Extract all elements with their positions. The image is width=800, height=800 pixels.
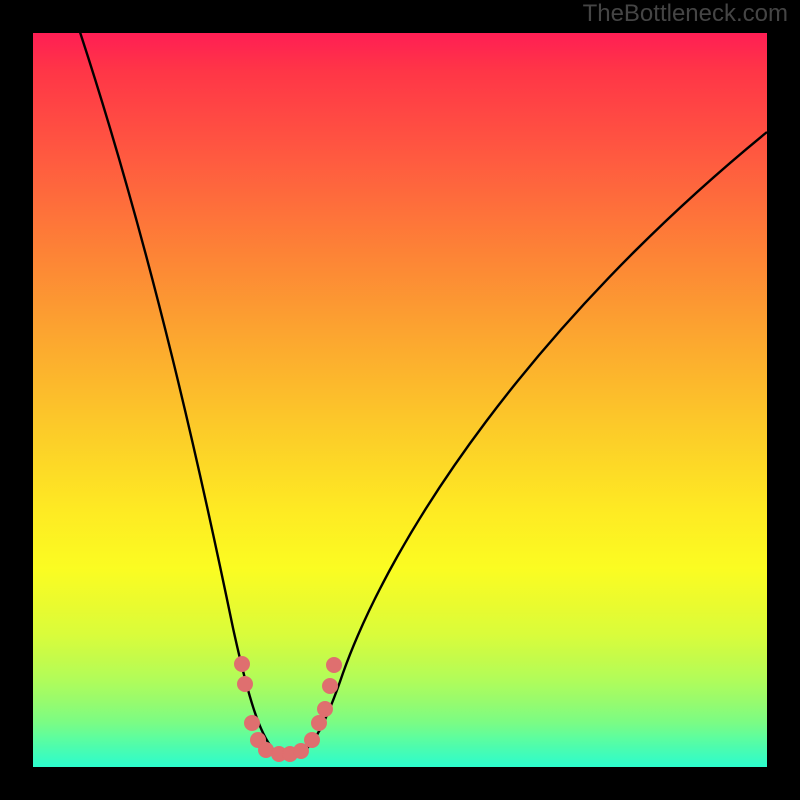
marker-point xyxy=(238,677,253,692)
bottleneck-curve xyxy=(77,33,767,757)
chart-frame: TheBottleneck.com xyxy=(0,0,800,800)
plot-area xyxy=(33,33,767,767)
curve-layer xyxy=(33,33,767,767)
watermark-text: TheBottleneck.com xyxy=(583,0,788,28)
marker-point xyxy=(305,733,320,748)
marker-point xyxy=(235,657,250,672)
marker-point xyxy=(245,716,260,731)
marker-point xyxy=(318,702,333,717)
marker-point xyxy=(323,679,338,694)
marker-point xyxy=(327,658,342,673)
marker-group xyxy=(235,657,342,762)
marker-point xyxy=(294,744,309,759)
marker-point xyxy=(312,716,327,731)
